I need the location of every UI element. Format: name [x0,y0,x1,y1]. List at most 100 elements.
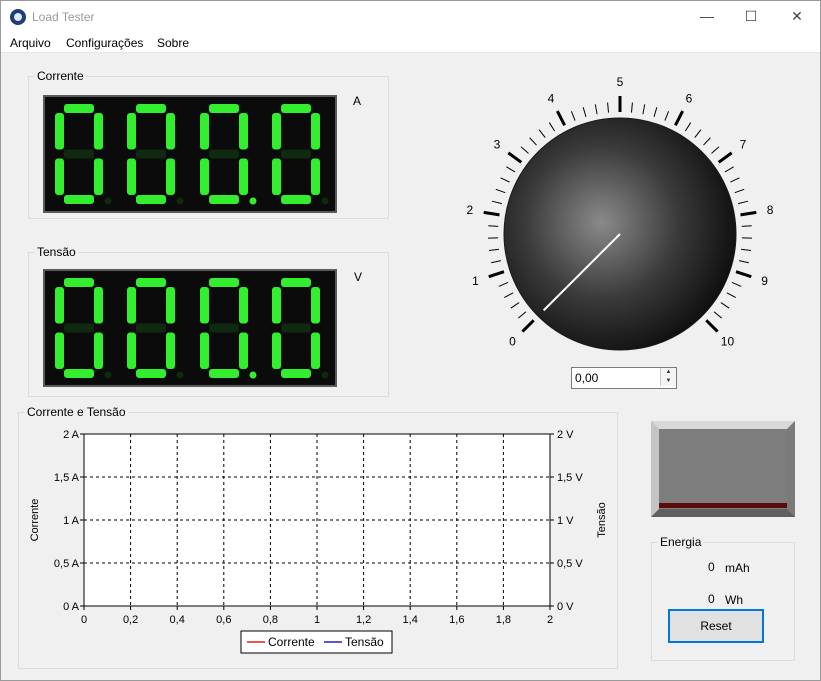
knob-scale-label: 2 [467,203,474,217]
segment-d-digit-2 [209,369,239,378]
segment-b-digit-0 [94,287,103,324]
indicator-red-bar [659,503,787,508]
segment-a-digit-0 [64,278,94,287]
segment-f-digit-0 [55,113,64,150]
knob-minor-tick [498,281,509,287]
indicator-face [659,429,787,509]
voltage-legend: Tensão [37,245,76,259]
knob-scale-label: 4 [548,92,555,106]
knob-minor-tick [548,122,556,132]
x-axis-tick-label: 0,2 [123,614,138,626]
x-axis-tick-label: 0,6 [216,614,231,626]
knob-value-input[interactable] [575,370,655,385]
menu-arquivo[interactable]: Arquivo [10,36,51,50]
indicator-bevel-left [651,421,659,517]
knob-minor-tick [703,137,711,146]
knob-minor-tick [630,102,633,113]
knob-minor-tick [500,177,510,183]
knob-minor-tick [738,260,749,264]
maximize-button[interactable]: ☐ [728,1,774,32]
left-axis-tick-label: 1 A [63,515,80,527]
segment-b-digit-1 [166,113,175,150]
knob-minor-tick [731,281,742,287]
spin-down-button[interactable]: ▼ [660,377,676,386]
window-title: Load Tester [32,10,95,24]
decimal-point-digit-1 [176,197,184,205]
segment-f-digit-0 [55,287,64,324]
knob-scale-label: 7 [740,138,747,152]
knob-scale-label: 9 [761,274,768,288]
energy-legend: Energia [660,535,702,549]
app-window: Load Tester — ☐ ✕ Arquivo Configurações … [0,0,821,681]
segment-g-digit-2 [209,149,239,159]
segment-a-digit-3 [281,278,311,287]
segment-b-digit-2 [239,113,248,150]
segment-e-digit-2 [200,332,209,369]
x-axis-tick-label: 1 [314,614,320,626]
segment-e-digit-1 [127,332,136,369]
x-axis-tick-label: 1,2 [356,614,371,626]
knob-minor-tick [504,292,514,299]
status-indicator [651,421,795,517]
voltage-digits [55,278,329,379]
segment-g-digit-0 [64,323,94,333]
x-axis-tick-label: 0,8 [263,614,278,626]
indicator-bevel-bottom [651,509,795,517]
knob-minor-tick [741,225,752,227]
knob-scale-label: 5 [617,75,624,89]
menu-configuracoes[interactable]: Configurações [66,36,143,50]
segment-b-digit-3 [311,287,320,324]
x-axis-tick-label: 1,4 [403,614,418,626]
knob-minor-tick [582,107,587,117]
knob-major-tick [735,270,752,279]
menu-bar: Arquivo Configurações Sobre [1,32,820,53]
knob-minor-tick [529,137,537,146]
menu-sobre[interactable]: Sobre [157,36,189,50]
right-axis-tick-label: 0 V [557,601,574,613]
right-axis-tick-label: 1 V [557,515,574,527]
indicator-bevel-right [787,421,795,517]
knob-minor-tick [488,225,499,227]
knob-scale-label: 0 [509,334,516,348]
segment-g-digit-1 [136,149,166,159]
x-axis-tick-label: 1,6 [449,614,464,626]
segment-e-digit-0 [55,158,64,195]
segment-a-digit-1 [136,104,166,113]
segment-c-digit-2 [239,332,248,369]
knob-major-tick [556,110,566,126]
knob-scale-label: 8 [767,203,774,217]
current-unit: A [353,94,362,108]
knob-value-spinbox[interactable]: ▲ ▼ [571,367,677,389]
segment-d-digit-0 [64,195,94,204]
close-button[interactable]: ✕ [774,1,820,32]
segment-e-digit-3 [272,158,281,195]
knob-minor-tick [720,302,730,309]
voltage-seven-segment-display [43,269,337,387]
right-axis-label: Tensão [596,502,608,537]
segment-g-digit-0 [64,149,94,159]
reset-button[interactable]: Reset [668,609,764,643]
knob-minor-tick [664,111,670,121]
left-axis-tick-label: 0 A [63,601,80,613]
segment-g-digit-1 [136,323,166,333]
knob-minor-tick [713,311,723,319]
knob-major-tick [705,319,719,333]
segment-e-digit-1 [127,158,136,195]
knob-minor-tick [570,111,576,121]
decimal-point-digit-3 [321,371,329,379]
spin-up-button[interactable]: ▲ [660,368,676,377]
decimal-point-digit-2 [249,197,257,205]
knob-minor-tick [510,302,520,309]
knob-major-tick [507,151,523,164]
load-knob[interactable]: 0 1 2 3 4 5 6 7 8 9 10 [461,61,791,391]
segment-b-digit-1 [166,287,175,324]
title-bar: Load Tester — ☐ ✕ [1,1,820,32]
minimize-button[interactable]: — [684,1,730,32]
segment-f-digit-3 [272,287,281,324]
left-axis-tick-label: 0,5 A [54,558,80,570]
current-legend: Corrente [37,69,84,83]
voltage-unit: V [354,270,363,284]
x-axis-tick-label: 1,8 [496,614,511,626]
decimal-point-digit-0 [104,371,112,379]
segment-e-digit-3 [272,332,281,369]
